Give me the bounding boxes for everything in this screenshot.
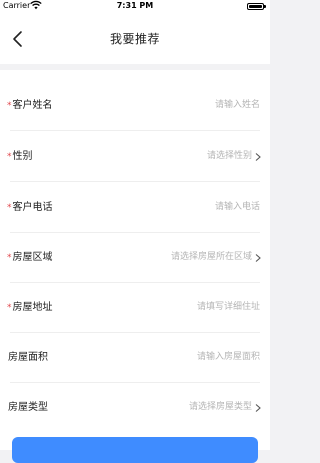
house-size-placeholder: 请输入房屋面积	[196, 352, 260, 362]
battery-icon	[247, 3, 264, 10]
house-address-placeholder: 请填写详细住址	[196, 302, 260, 312]
field-label: *性别	[7, 131, 33, 182]
customer-name-field[interactable]: *客户姓名 请输入姓名	[0, 80, 270, 131]
house-size-label: 房屋面积	[8, 352, 48, 363]
customer-name-input[interactable]: 请输入姓名	[215, 80, 260, 131]
house-address-field[interactable]: *房屋地址 请填写详细住址	[0, 282, 270, 333]
gender-select[interactable]: 请选择性别	[207, 131, 262, 182]
house-type-select[interactable]: 请选择房屋类型	[189, 382, 262, 433]
field-label: 房屋类型	[7, 382, 48, 433]
field-label: *房屋区域	[7, 232, 53, 283]
house-type-field[interactable]: 房屋类型 请选择房屋类型	[0, 382, 270, 433]
required-mark: *	[7, 253, 12, 263]
house-region-placeholder: 请选择房屋所在区域	[170, 252, 252, 262]
customer-name-placeholder: 请输入姓名	[214, 100, 260, 110]
house-type-placeholder: 请选择房屋类型	[188, 402, 252, 412]
gender-label: 性别	[12, 151, 33, 162]
field-label: *房屋地址	[7, 282, 53, 333]
chevron-right-icon	[255, 403, 261, 412]
customer-phone-input[interactable]: 请输入电话	[215, 182, 260, 233]
customer-phone-field[interactable]: *客户电话 请输入电话	[0, 182, 270, 233]
status-time: 7:31 PM	[116, 1, 154, 10]
submit-button[interactable]	[12, 437, 258, 463]
required-mark: *	[7, 152, 12, 162]
customer-name-label: 客户姓名	[12, 100, 53, 111]
page-title: 我要推荐	[109, 32, 160, 46]
status-bar: Carrier 7:31 PM	[0, 0, 270, 14]
chevron-right-icon	[255, 152, 261, 161]
battery-tip	[264, 5, 266, 8]
field-label: *客户电话	[7, 182, 53, 233]
field-label: *客户姓名	[7, 80, 53, 131]
house-area-region-field[interactable]: *房屋区域 请选择房屋所在区域	[0, 232, 270, 283]
recommend-form: *客户姓名 请输入姓名 *性别 请选择性别 *客户电话 请输入电话 *房屋区域 …	[0, 70, 270, 450]
house-type-label: 房屋类型	[8, 402, 48, 413]
required-mark: *	[7, 203, 12, 213]
house-address-input[interactable]: 请填写详细住址	[197, 282, 260, 333]
gender-placeholder: 请选择性别	[206, 151, 252, 161]
nav-bar: 我要推荐	[0, 14, 270, 64]
required-mark: *	[7, 101, 12, 111]
house-region-select[interactable]: 请选择房屋所在区域	[171, 232, 262, 283]
house-size-field[interactable]: 房屋面积 请输入房屋面积	[0, 332, 270, 383]
house-region-label: 房屋区域	[12, 252, 53, 263]
house-address-label: 房屋地址	[12, 302, 53, 313]
chevron-right-icon	[255, 253, 261, 262]
house-size-input[interactable]: 请输入房屋面积	[197, 332, 260, 383]
field-label: 房屋面积	[7, 332, 48, 383]
gender-field[interactable]: *性别 请选择性别	[0, 131, 270, 182]
required-mark: *	[7, 303, 12, 313]
customer-phone-placeholder: 请输入电话	[214, 202, 260, 212]
customer-phone-label: 客户电话	[12, 202, 53, 213]
